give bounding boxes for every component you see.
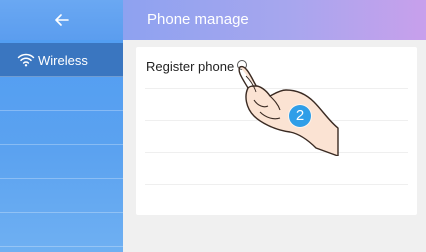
pointing-hand-icon bbox=[237, 60, 339, 156]
sidebar-empty-row bbox=[0, 145, 123, 179]
page-title: Phone manage bbox=[147, 11, 249, 28]
step-number-badge: 2 bbox=[289, 105, 311, 127]
sidebar-item-label: Wireless bbox=[38, 53, 88, 68]
sidebar-empty-row bbox=[0, 213, 123, 247]
back-arrow-icon bbox=[54, 14, 69, 26]
sidebar-item-wireless[interactable]: Wireless bbox=[0, 43, 123, 77]
list-divider bbox=[145, 184, 408, 185]
wifi-icon bbox=[17, 53, 35, 67]
sidebar-empty-row bbox=[0, 77, 123, 111]
app-window: Wireless Phone manage Register phone 2 bbox=[0, 0, 426, 252]
sidebar: Wireless bbox=[0, 0, 123, 252]
sidebar-empty-row bbox=[0, 111, 123, 145]
header-bar: Phone manage bbox=[123, 0, 426, 40]
sidebar-empty-row bbox=[0, 179, 123, 213]
register-phone-label: Register phone bbox=[146, 59, 235, 74]
back-button[interactable] bbox=[0, 0, 123, 40]
